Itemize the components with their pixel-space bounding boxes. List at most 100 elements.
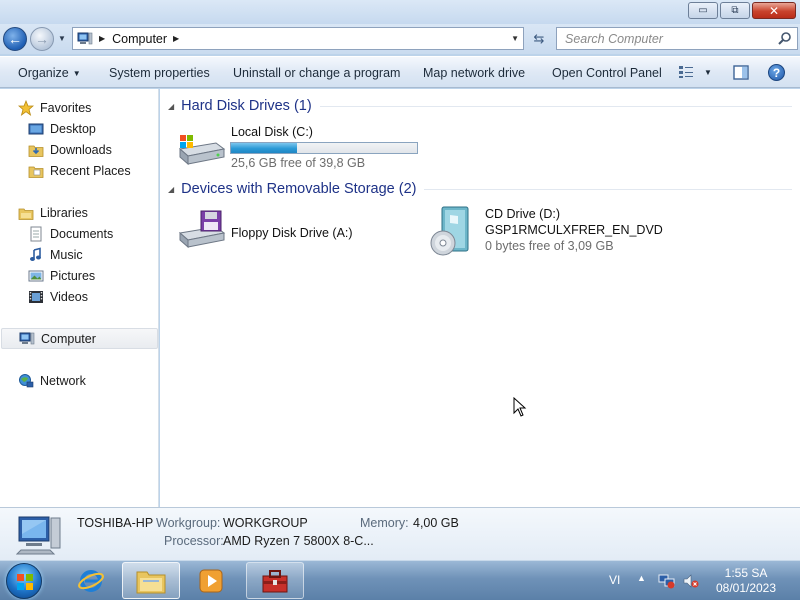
close-button[interactable]: ✕	[752, 2, 796, 19]
taskbar-toolbox-app[interactable]	[246, 562, 304, 599]
nav-downloads-label: Downloads	[50, 142, 112, 157]
search-input[interactable]	[565, 31, 765, 46]
caption-buttons: ▭ ⧉ ✕	[688, 2, 796, 19]
command-bar: Organize ▼ System properties Uninstall or…	[0, 56, 800, 88]
toolbox-icon	[262, 569, 288, 592]
nav-computer-label: Computer	[41, 331, 96, 346]
drive-local-disk-c[interactable]: Local Disk (C:) 25,6 GB free of 39,8 GB	[176, 123, 426, 170]
content-area: ◢ Hard Disk Drives (1) Local Disk (C:) 2…	[160, 89, 800, 507]
group-header-hard-disk-drives[interactable]: ◢ Hard Disk Drives (1)	[168, 96, 792, 116]
recent-pages-dropdown[interactable]: ▼	[58, 34, 66, 43]
breadcrumb-separator-icon[interactable]: ▶	[99, 34, 105, 43]
taskbar-media-player[interactable]	[182, 562, 240, 599]
minimize-button[interactable]: ▭	[688, 2, 718, 19]
taskbar: VI ▲ 1:55 SA 08/01/2023	[0, 560, 800, 600]
open-control-panel-button[interactable]: Open Control Panel	[552, 66, 662, 80]
view-details-icon	[679, 66, 693, 78]
forward-button[interactable]: →	[30, 27, 54, 51]
nav-network[interactable]: Network	[18, 370, 175, 391]
drive-volume-label: GSP1RMCULXFRER_EN_DVD	[485, 223, 663, 237]
videos-icon	[28, 289, 44, 305]
recent-places-icon	[28, 163, 44, 179]
start-button[interactable]	[6, 563, 42, 599]
preview-pane-icon[interactable]	[733, 65, 749, 80]
nav-libraries[interactable]: Libraries	[18, 202, 175, 223]
nav-computer[interactable]: Computer	[1, 328, 158, 349]
computer-large-icon	[16, 516, 61, 555]
nav-desktop-label: Desktop	[50, 121, 96, 136]
back-button[interactable]: ←	[3, 27, 27, 51]
search-icon[interactable]	[777, 31, 792, 46]
hard-drive-windows-icon	[178, 135, 226, 166]
internet-explorer-icon	[78, 569, 104, 592]
network-icon	[18, 373, 34, 389]
details-pane: TOSHIBA-HP Workgroup: WORKGROUP Memory: …	[0, 507, 800, 560]
nav-libraries-label: Libraries	[40, 205, 88, 220]
memory-value: 4,00 GB	[413, 516, 459, 530]
taskbar-windows-explorer[interactable]	[122, 562, 180, 599]
drive-cd-d[interactable]: CD Drive (D:) GSP1RMCULXFRER_EN_DVD 0 by…	[430, 205, 663, 261]
organize-label: Organize	[18, 66, 69, 80]
nav-favorites[interactable]: Favorites	[17, 97, 175, 118]
address-row: ← → ▼ ▶ Computer ▶ ▼ ⇆	[0, 24, 800, 54]
group-title: Devices with Removable Storage (2)	[181, 181, 417, 197]
drive-name: CD Drive (D:)	[485, 207, 560, 221]
downloads-folder-icon	[28, 142, 44, 158]
cd-drive-icon	[430, 206, 469, 256]
taskbar-internet-explorer[interactable]	[62, 562, 120, 599]
volume-muted-icon[interactable]	[682, 573, 700, 589]
navigation-pane: Favorites Desktop Downloads Recent Place…	[0, 89, 159, 507]
address-history-dropdown[interactable]: ▼	[511, 34, 519, 43]
language-indicator[interactable]: VI	[609, 573, 620, 587]
desktop-icon	[28, 121, 44, 137]
computer-name: TOSHIBA-HP	[77, 516, 154, 530]
group-header-removable-storage[interactable]: ◢ Devices with Removable Storage (2)	[168, 179, 792, 199]
processor-value: AMD Ryzen 7 5800X 8-C...	[223, 534, 374, 548]
nav-network-label: Network	[40, 373, 86, 388]
breadcrumb-chevron-icon[interactable]: ▶	[173, 34, 179, 43]
search-box	[556, 27, 798, 50]
breadcrumb-computer[interactable]: Computer	[112, 32, 167, 46]
drive-capacity-bar	[230, 142, 418, 154]
system-properties-button[interactable]: System properties	[109, 66, 210, 80]
clock-date: 08/01/2023	[715, 581, 777, 595]
documents-icon	[28, 226, 44, 242]
address-bar[interactable]: ▶ Computer ▶ ▼	[72, 27, 524, 50]
collapse-triangle-icon[interactable]: ◢	[168, 102, 174, 111]
nav-music-label: Music	[50, 247, 83, 262]
chevron-down-icon: ▼	[72, 69, 81, 78]
organize-button[interactable]: Organize ▼	[18, 66, 81, 80]
nav-recent-places-label: Recent Places	[50, 163, 131, 178]
change-view-button[interactable]: ▼	[678, 65, 712, 79]
refresh-button[interactable]: ⇆	[528, 27, 550, 50]
refresh-icon: ⇆	[533, 30, 545, 46]
memory-label: Memory:	[360, 516, 409, 530]
window-titlebar: ▭ ⧉ ✕	[0, 0, 800, 24]
view-options-chevron-icon: ▼	[704, 67, 712, 77]
music-icon	[28, 246, 44, 263]
network-status-icon[interactable]	[658, 573, 676, 589]
system-clock[interactable]: 1:55 SA 08/01/2023	[700, 566, 792, 596]
group-title: Hard Disk Drives (1)	[181, 98, 312, 114]
drive-floppy-a[interactable]: Floppy Disk Drive (A:)	[176, 207, 406, 253]
nav-documents-label: Documents	[50, 226, 114, 241]
drive-free-space: 0 bytes free of 3,09 GB	[485, 239, 614, 253]
uninstall-program-button[interactable]: Uninstall or change a program	[233, 66, 400, 80]
help-button[interactable]: ?	[768, 64, 785, 81]
folder-icon	[136, 571, 166, 593]
star-icon	[17, 99, 35, 116]
drive-name: Local Disk (C:)	[231, 125, 313, 139]
workgroup-value: WORKGROUP	[223, 516, 308, 530]
drive-free-space: 25,6 GB free of 39,8 GB	[231, 156, 366, 170]
libraries-icon	[18, 205, 34, 221]
computer-icon	[19, 331, 35, 347]
group-divider	[319, 105, 792, 107]
clock-time: 1:55 SA	[724, 566, 768, 580]
collapse-triangle-icon[interactable]: ◢	[168, 185, 174, 194]
media-player-icon	[199, 569, 223, 592]
maximize-button[interactable]: ⧉	[720, 2, 750, 19]
show-hidden-icons-icon[interactable]: ▲	[637, 573, 646, 583]
map-network-drive-button[interactable]: Map network drive	[423, 66, 525, 80]
drive-capacity-fill	[231, 143, 298, 153]
nav-pictures-label: Pictures	[50, 268, 96, 283]
